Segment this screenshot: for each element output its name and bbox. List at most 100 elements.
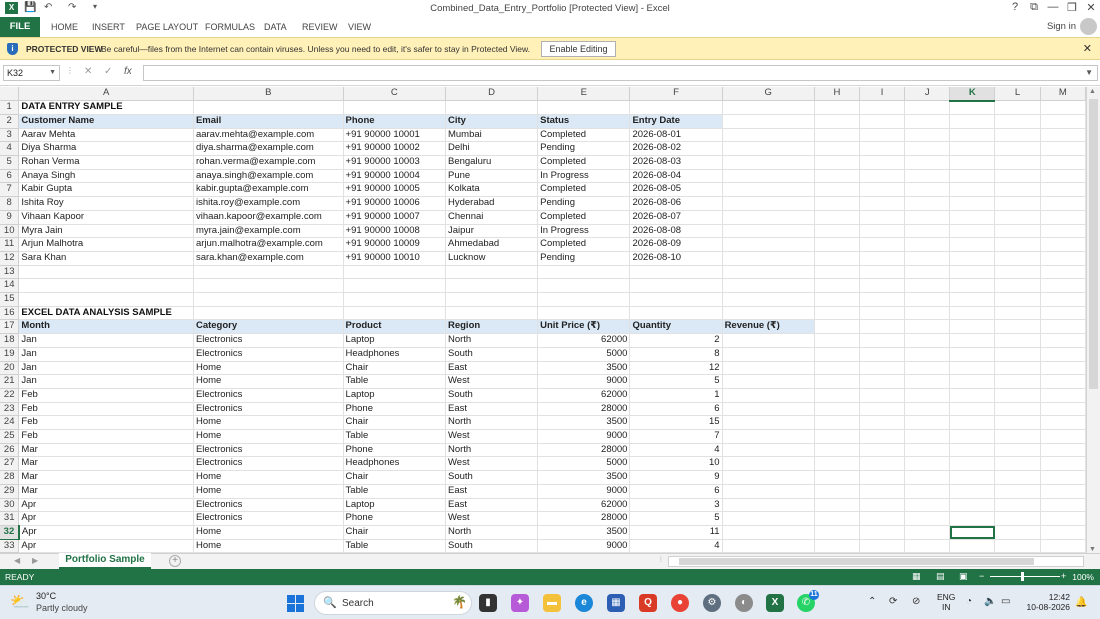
cell-l18[interactable] xyxy=(994,333,1041,348)
cell-i6[interactable] xyxy=(859,169,906,184)
wifi-icon[interactable]: ◔ xyxy=(966,596,972,607)
row-header[interactable]: 15 xyxy=(0,292,20,307)
cell-m6[interactable] xyxy=(1040,169,1086,184)
cell-g26[interactable] xyxy=(722,443,815,458)
cell-k17[interactable] xyxy=(949,319,996,335)
cell-k5[interactable] xyxy=(949,155,996,170)
cell-f16[interactable] xyxy=(629,306,723,321)
cell-l32[interactable] xyxy=(994,525,1041,540)
row-header[interactable]: 4 xyxy=(0,141,20,157)
row-header[interactable]: 1 xyxy=(0,100,20,115)
cell-i21[interactable] xyxy=(859,374,906,389)
cell-d9[interactable]: Chennai xyxy=(445,210,539,225)
ribbon-display-button[interactable]: ⧉ xyxy=(1027,1,1041,14)
app-icon[interactable]: ◐ xyxy=(735,594,753,612)
row-header[interactable]: 27 xyxy=(0,456,20,472)
row-header[interactable]: 22 xyxy=(0,388,20,403)
cell-c27[interactable]: Headphones xyxy=(343,456,446,472)
cell-c4[interactable]: +91 90000 10002 xyxy=(343,141,446,157)
cell-d5[interactable]: Bengaluru xyxy=(445,155,539,170)
cell-a21[interactable]: Jan xyxy=(18,374,194,389)
cell-h4[interactable] xyxy=(814,141,861,157)
cell-l19[interactable] xyxy=(994,347,1041,362)
cell-g19[interactable] xyxy=(722,347,815,362)
cell-i19[interactable] xyxy=(859,347,906,362)
cell-d21[interactable]: West xyxy=(445,374,539,389)
cell-m21[interactable] xyxy=(1040,374,1086,389)
cell-c28[interactable]: Chair xyxy=(343,470,446,485)
cell-g1[interactable] xyxy=(722,100,815,115)
cell-l31[interactable] xyxy=(994,511,1041,526)
sync-icon[interactable]: ⟳ xyxy=(889,596,897,607)
cell-h10[interactable] xyxy=(814,224,861,239)
cell-e3[interactable]: Completed xyxy=(537,128,631,143)
cell-k24[interactable] xyxy=(949,415,996,431)
cell-f27[interactable]: 10 xyxy=(629,456,723,472)
cell-j25[interactable] xyxy=(904,429,951,444)
cell-g21[interactable] xyxy=(722,374,815,389)
cell-d10[interactable]: Jaipur xyxy=(445,224,539,239)
cell-h33[interactable] xyxy=(814,539,861,554)
cell-b3[interactable]: aarav.mehta@example.com xyxy=(193,128,344,143)
cell-k2[interactable] xyxy=(949,114,996,129)
cell-j11[interactable] xyxy=(904,237,951,252)
cell-b15[interactable] xyxy=(193,292,344,307)
cell-i4[interactable] xyxy=(859,141,906,157)
column-header-f[interactable]: F xyxy=(629,87,723,102)
cell-e16[interactable] xyxy=(537,306,631,321)
cell-f11[interactable]: 2026-08-09 xyxy=(629,237,723,252)
normal-view-icon[interactable]: ▦ xyxy=(912,571,921,582)
cell-m9[interactable] xyxy=(1040,210,1086,225)
cell-m14[interactable] xyxy=(1040,278,1086,294)
cell-c23[interactable]: Phone xyxy=(343,402,446,417)
cell-e8[interactable]: Pending xyxy=(537,196,631,211)
column-header-e[interactable]: E xyxy=(537,87,631,102)
tab-view[interactable]: VIEW xyxy=(348,17,371,37)
cell-m10[interactable] xyxy=(1040,224,1086,239)
cell-g24[interactable] xyxy=(722,415,815,431)
cancel-icon[interactable]: ✕ xyxy=(84,66,92,77)
cell-h31[interactable] xyxy=(814,511,861,526)
cell-f22[interactable]: 1 xyxy=(629,388,723,403)
cell-d29[interactable]: East xyxy=(445,484,539,499)
cell-a5[interactable]: Rohan Verma xyxy=(18,155,194,170)
column-header-l[interactable]: L xyxy=(994,87,1041,102)
cell-d23[interactable]: East xyxy=(445,402,539,417)
cell-h28[interactable] xyxy=(814,470,861,485)
cell-j24[interactable] xyxy=(904,415,951,431)
row-header[interactable]: 11 xyxy=(0,237,20,252)
cell-i30[interactable] xyxy=(859,498,906,513)
cell-d33[interactable]: South xyxy=(445,539,539,554)
cell-j15[interactable] xyxy=(904,292,951,307)
cell-g12[interactable] xyxy=(722,251,815,266)
cell-a27[interactable]: Mar xyxy=(18,456,194,472)
cell-b16[interactable] xyxy=(193,306,344,321)
cell-f15[interactable] xyxy=(629,292,723,307)
cell-k30[interactable] xyxy=(949,498,996,513)
cell-j21[interactable] xyxy=(904,374,951,389)
cell-h15[interactable] xyxy=(814,292,861,307)
cell-i17[interactable] xyxy=(859,319,906,335)
cell-g30[interactable] xyxy=(722,498,815,513)
row-header[interactable]: 5 xyxy=(0,155,20,170)
row-header[interactable]: 23 xyxy=(0,402,20,417)
cell-f20[interactable]: 12 xyxy=(629,361,723,376)
cell-b28[interactable]: Home xyxy=(193,470,344,485)
cell-b5[interactable]: rohan.verma@example.com xyxy=(193,155,344,170)
cell-d24[interactable]: North xyxy=(445,415,539,431)
cell-i29[interactable] xyxy=(859,484,906,499)
cell-h1[interactable] xyxy=(814,100,861,115)
cell-d12[interactable]: Lucknow xyxy=(445,251,539,266)
cell-h5[interactable] xyxy=(814,155,861,170)
cell-l22[interactable] xyxy=(994,388,1041,403)
scroll-thumb[interactable] xyxy=(1089,99,1098,389)
cell-e7[interactable]: Completed xyxy=(537,182,631,198)
cell-a29[interactable]: Mar xyxy=(18,484,194,499)
cell-d18[interactable]: North xyxy=(445,333,539,348)
cell-b20[interactable]: Home xyxy=(193,361,344,376)
cell-f31[interactable]: 5 xyxy=(629,511,723,526)
cell-k29[interactable] xyxy=(949,484,996,499)
zoom-slider-knob[interactable] xyxy=(1021,572,1024,581)
row-header[interactable]: 12 xyxy=(0,251,20,266)
cell-d6[interactable]: Pune xyxy=(445,169,539,184)
